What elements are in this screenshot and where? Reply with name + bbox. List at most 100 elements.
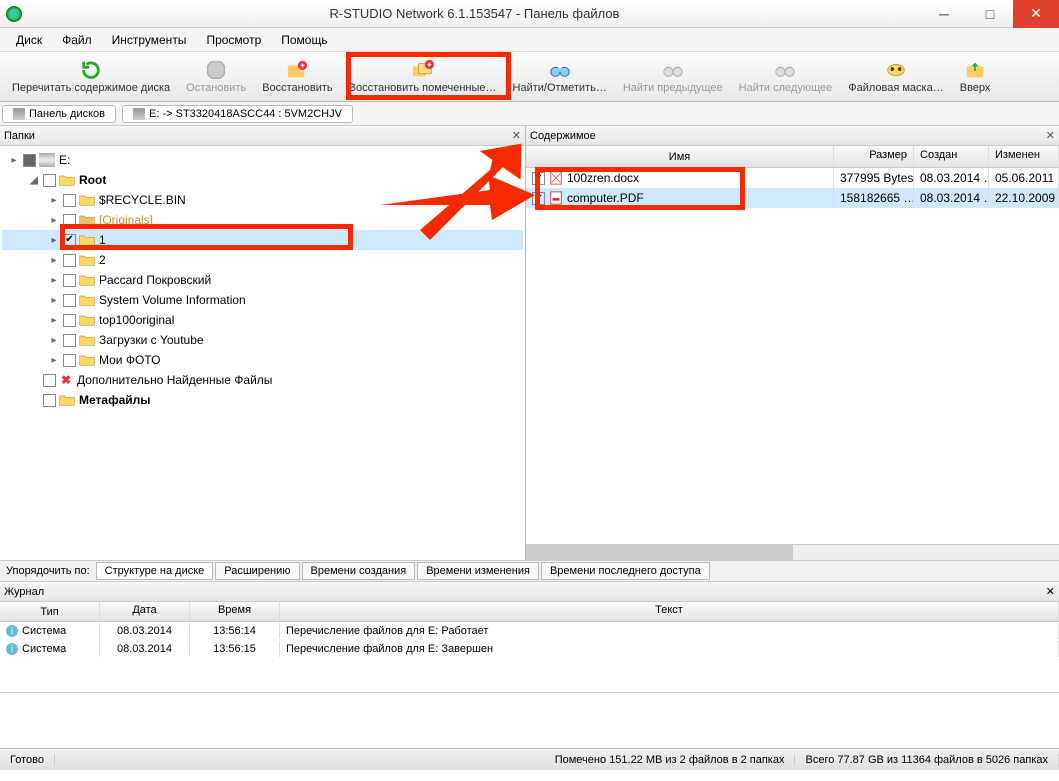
sort-tab-extension[interactable]: Расширению [215, 562, 299, 580]
expand-icon[interactable]: ▸ [48, 235, 60, 246]
file-list[interactable]: 100zren.docx377995 Bytes08.03.2014 …05.0… [526, 168, 1059, 544]
menu-tools[interactable]: Инструменты [102, 30, 197, 50]
reread-button[interactable]: Перечитать содержимое диска [4, 54, 178, 100]
tree-label: Paccard Покровский [99, 273, 211, 287]
reread-label: Перечитать содержимое диска [12, 82, 170, 94]
expand-icon[interactable]: ▸ [48, 215, 60, 226]
menu-file[interactable]: Файл [52, 30, 102, 50]
journal-row[interactable]: iСистема08.03.201413:56:15Перечисление ф… [0, 640, 1059, 658]
info-icon: i [6, 625, 18, 637]
journal-text: Перечисление файлов для E: Работает [280, 623, 1059, 639]
sort-tab-accessed[interactable]: Времени последнего доступа [541, 562, 710, 580]
folders-tree[interactable]: ▸E:◢Root▸$RECYCLE.BIN▸[Originals]▸1▸2▸Pa… [0, 146, 525, 560]
folder-icon [79, 253, 95, 267]
file-row[interactable]: 100zren.docx377995 Bytes08.03.2014 …05.0… [526, 168, 1059, 188]
recover-marked-button[interactable]: Восстановить помеченные… [341, 54, 505, 100]
expand-icon[interactable]: ▸ [48, 295, 60, 306]
tree-checkbox[interactable] [63, 194, 76, 207]
tree-label: Root [79, 173, 106, 187]
menu-view[interactable]: Просмотр [196, 30, 271, 50]
tree-row[interactable]: ▸1 [2, 230, 523, 250]
tab-drive-label: E: -> ST3320418ASCC44 : 5VM2CHJV [149, 108, 342, 120]
tree-checkbox[interactable] [63, 334, 76, 347]
col-modified[interactable]: Изменен [989, 146, 1059, 167]
journal-type: Система [22, 625, 66, 637]
tab-drive[interactable]: E: -> ST3320418ASCC44 : 5VM2CHJV [122, 105, 353, 123]
tree-row[interactable]: ▸Загрузки с Youtube [2, 330, 523, 350]
expand-icon[interactable]: ▸ [48, 275, 60, 286]
stop-label: Остановить [186, 82, 246, 94]
journal-title: Журнал [4, 586, 44, 598]
expand-icon[interactable]: ▸ [48, 255, 60, 266]
tree-checkbox[interactable] [63, 274, 76, 287]
tree-checkbox[interactable] [63, 214, 76, 227]
journal-close-icon[interactable]: ✕ [1046, 585, 1055, 598]
tree-row[interactable]: ▸2 [2, 250, 523, 270]
expand-icon[interactable]: ▸ [48, 335, 60, 346]
contents-close-icon[interactable]: ✕ [1046, 129, 1055, 142]
up-button[interactable]: Вверх [952, 54, 999, 100]
journal-list[interactable]: iСистема08.03.201413:56:14Перечисление ф… [0, 622, 1059, 692]
recover-button[interactable]: Восстановить [254, 54, 340, 100]
tree-checkbox[interactable] [43, 394, 56, 407]
folders-close-icon[interactable]: ✕ [512, 129, 521, 142]
tree-checkbox[interactable] [63, 294, 76, 307]
find-prev-button[interactable]: Найти предыдущее [615, 54, 731, 100]
tree-checkbox[interactable] [43, 374, 56, 387]
tree-row[interactable]: ◢ Root [2, 170, 523, 190]
tree-row[interactable]: ▸E: [2, 150, 523, 170]
tree-checkbox[interactable] [23, 154, 36, 167]
scrollbar-thumb[interactable] [526, 545, 793, 560]
tree-checkbox[interactable] [63, 354, 76, 367]
sort-tab-modified[interactable]: Времени изменения [417, 562, 539, 580]
jcol-time[interactable]: Время [190, 602, 280, 621]
file-modified: 05.06.2011 … [989, 168, 1059, 188]
tree-row[interactable]: ✖Дополнительно Найденные Файлы [2, 370, 523, 390]
col-name[interactable]: Имя [526, 146, 834, 167]
col-created[interactable]: Создан [914, 146, 989, 167]
file-checkbox[interactable] [532, 192, 545, 205]
menu-disk[interactable]: Диск [6, 30, 52, 50]
close-button[interactable]: ✕ [1013, 0, 1059, 28]
minimize-button[interactable]: ─ [921, 0, 967, 28]
journal-row[interactable]: iСистема08.03.201413:56:14Перечисление ф… [0, 622, 1059, 640]
tree-row[interactable]: ▸Мои ФОТО [2, 350, 523, 370]
expand-icon[interactable]: ◢ [28, 175, 40, 186]
file-checkbox[interactable] [532, 172, 545, 185]
file-row[interactable]: computer.PDF158182665 …08.03.2014 …22.10… [526, 188, 1059, 208]
tab-disks-panel[interactable]: Панель дисков [2, 105, 116, 123]
tree-row[interactable]: Метафайлы [2, 390, 523, 410]
tree-checkbox[interactable] [63, 314, 76, 327]
expand-icon[interactable]: ▸ [48, 315, 60, 326]
jcol-type[interactable]: Тип [0, 602, 100, 621]
tree-checkbox[interactable] [63, 234, 76, 247]
tree-row[interactable]: ▸ Paccard Покровский [2, 270, 523, 290]
maximize-button[interactable]: □ [967, 0, 1013, 28]
jcol-text[interactable]: Текст [280, 602, 1059, 621]
file-mask-button[interactable]: Файловая маска… [840, 54, 952, 100]
tree-row[interactable]: ▸top100original [2, 310, 523, 330]
file-created: 08.03.2014 … [914, 188, 989, 208]
sort-tab-created[interactable]: Времени создания [302, 562, 416, 580]
expand-icon[interactable]: ▸ [48, 195, 60, 206]
main-split: Папки ✕ ▸E:◢Root▸$RECYCLE.BIN▸[Originals… [0, 126, 1059, 560]
tree-checkbox[interactable] [63, 254, 76, 267]
sort-tab-structure[interactable]: Структуре на диске [96, 562, 214, 580]
jcol-date[interactable]: Дата [100, 602, 190, 621]
tree-row[interactable]: ▸$RECYCLE.BIN [2, 190, 523, 210]
expand-icon[interactable]: ▸ [48, 355, 60, 366]
recover-label: Восстановить [262, 82, 332, 94]
tree-row[interactable]: ▸System Volume Information [2, 290, 523, 310]
tab-disks-label: Панель дисков [29, 108, 105, 120]
tree-row[interactable]: ▸[Originals] [2, 210, 523, 230]
h-scrollbar[interactable] [526, 544, 1059, 560]
tree-checkbox[interactable] [43, 174, 56, 187]
col-size[interactable]: Размер [834, 146, 914, 167]
expand-icon[interactable]: ▸ [8, 155, 20, 166]
stop-button[interactable]: Остановить [178, 54, 254, 100]
folder-icon [79, 293, 95, 307]
menu-help[interactable]: Помощь [271, 30, 337, 50]
find-next-button[interactable]: Найти следующее [731, 54, 841, 100]
find-mark-button[interactable]: Найти/Отметить… [505, 54, 615, 100]
journal-date: 08.03.2014 [100, 641, 190, 657]
